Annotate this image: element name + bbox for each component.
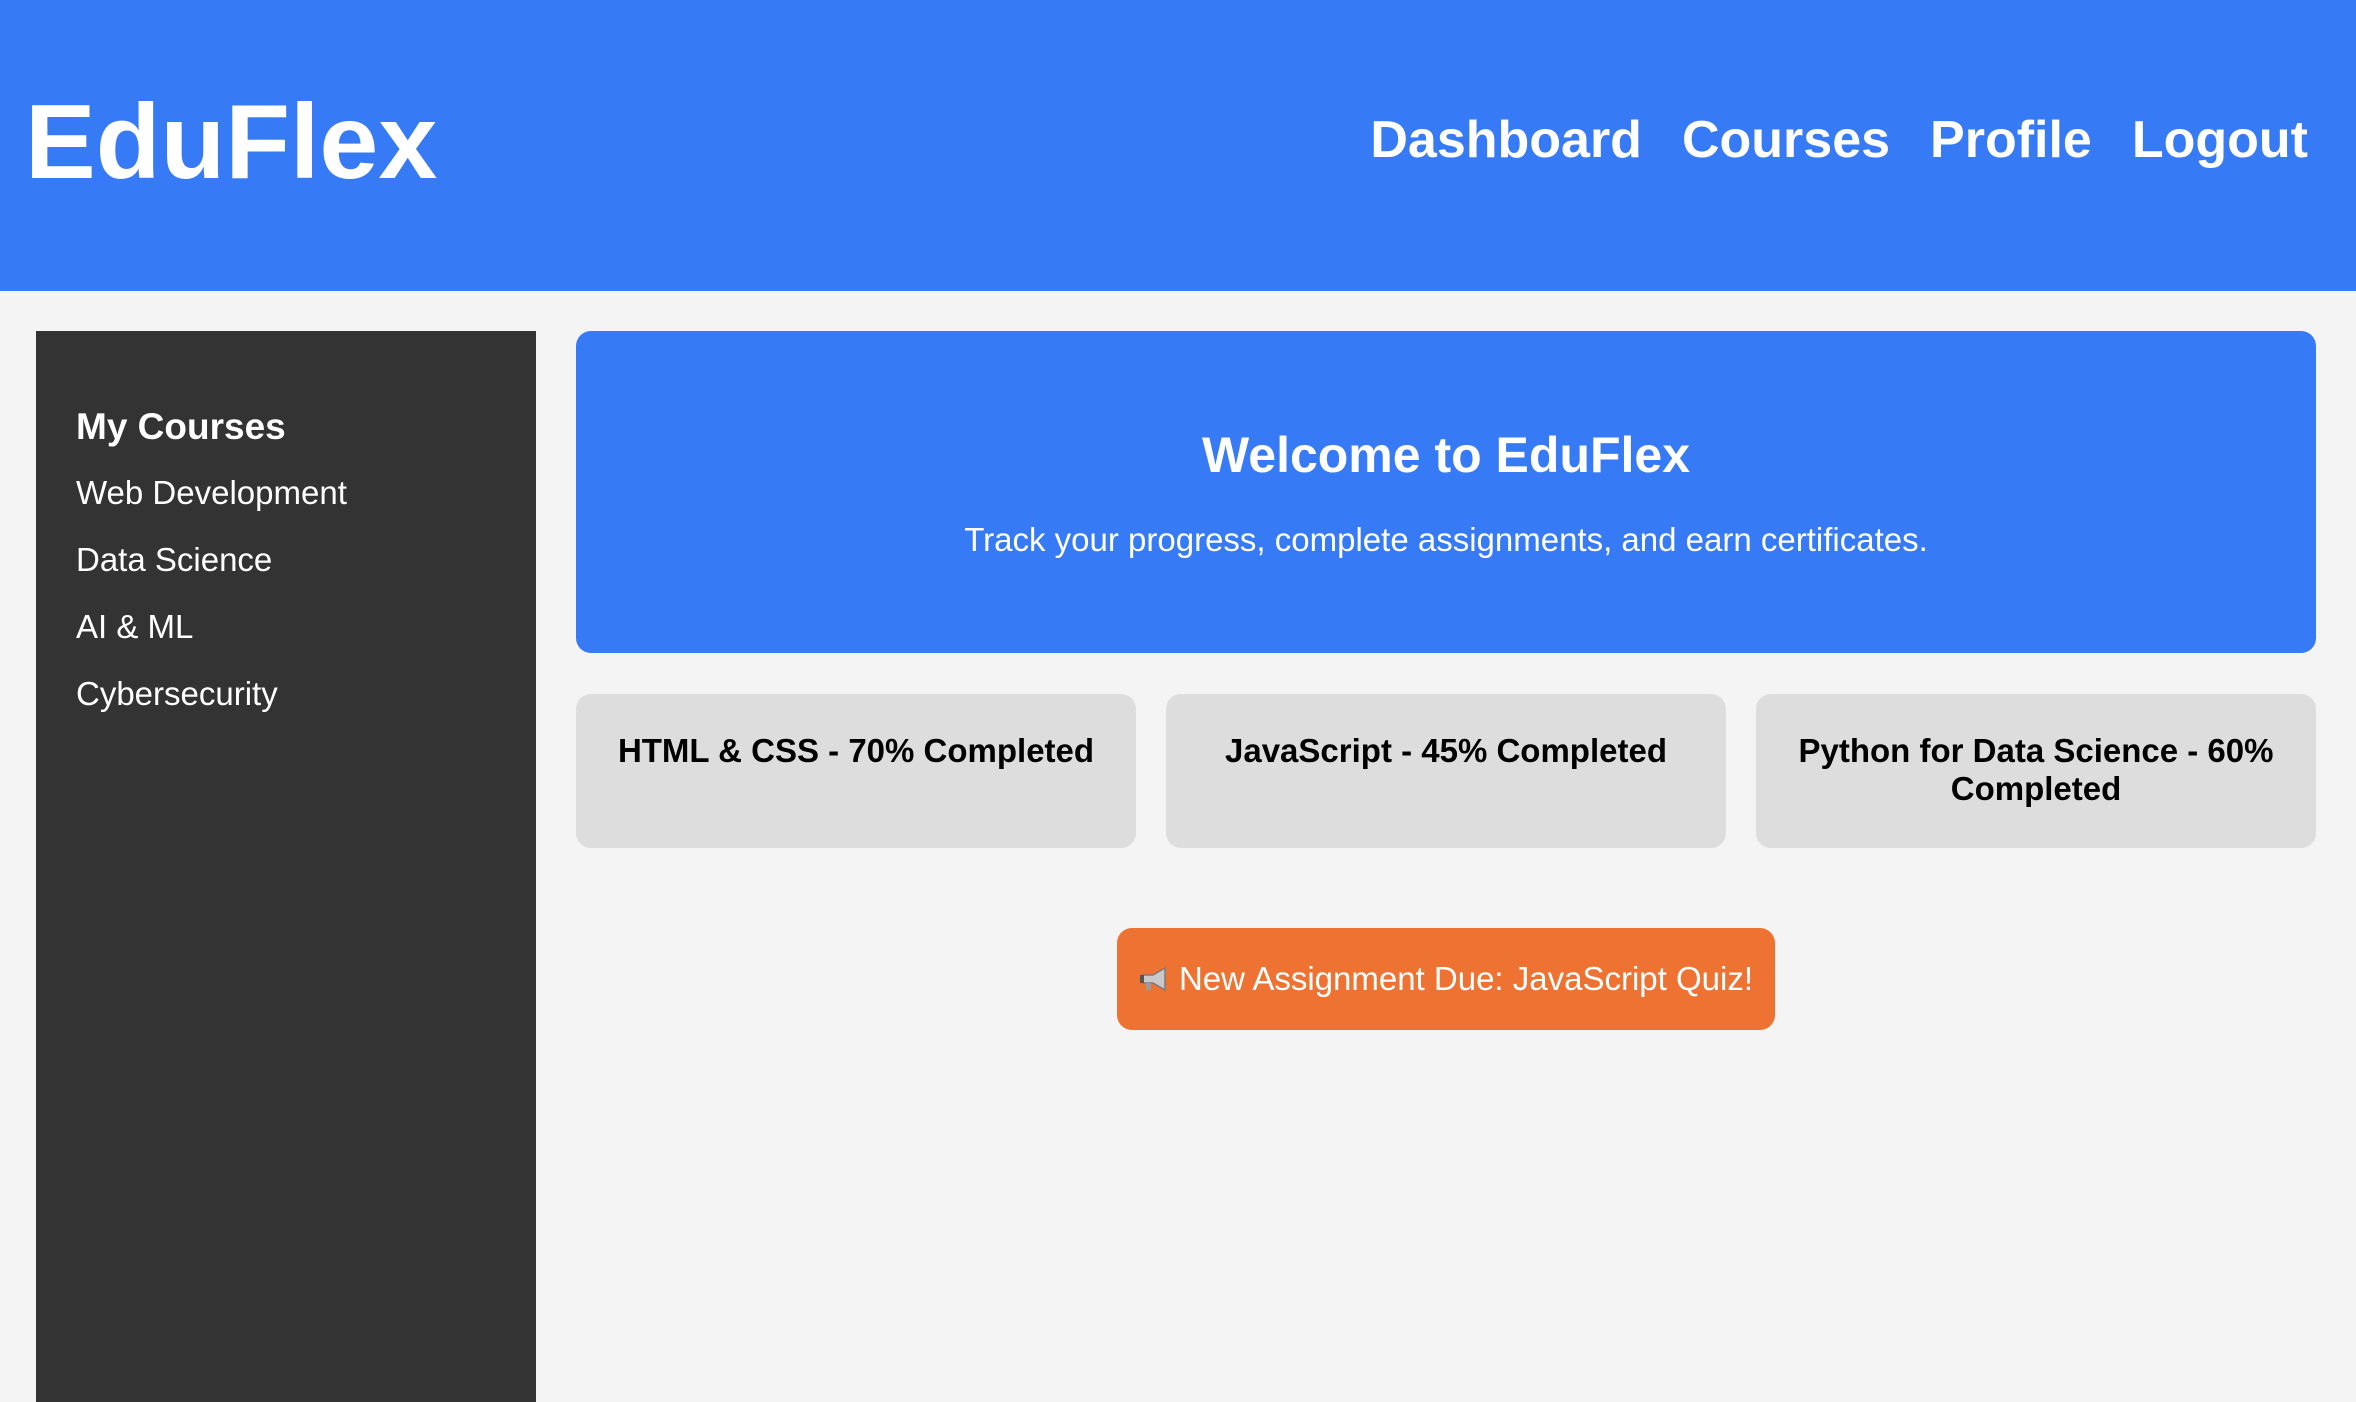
course-card-javascript[interactable]: JavaScript - 45% Completed xyxy=(1166,694,1726,848)
course-progress-cards: HTML & CSS - 70% Completed JavaScript - … xyxy=(576,694,2316,848)
sidebar-item-cybersecurity[interactable]: Cybersecurity xyxy=(76,674,496,714)
sidebar-item-data-science[interactable]: Data Science xyxy=(76,540,496,580)
course-card-label: Python for Data Science - 60% Completed xyxy=(1798,732,2274,807)
top-nav: Dashboard Courses Profile Logout xyxy=(1370,108,2308,172)
sidebar: My Courses Web Development Data Science … xyxy=(36,331,536,1402)
nav-link-logout[interactable]: Logout xyxy=(2132,108,2308,172)
nav-link-profile[interactable]: Profile xyxy=(1930,108,2092,172)
course-card-html-css[interactable]: HTML & CSS - 70% Completed xyxy=(576,694,1136,848)
nav-link-dashboard[interactable]: Dashboard xyxy=(1370,108,1642,172)
welcome-subtitle: Track your progress, complete assignment… xyxy=(964,521,1928,558)
header: EduFlex Dashboard Courses Profile Logout xyxy=(0,0,2356,291)
course-card-python[interactable]: Python for Data Science - 60% Completed xyxy=(1756,694,2316,848)
megaphone-icon xyxy=(1139,966,1169,992)
brand-logo[interactable]: EduFlex xyxy=(25,82,437,202)
course-card-label: JavaScript - 45% Completed xyxy=(1225,732,1667,769)
sidebar-item-ai-ml[interactable]: AI & ML xyxy=(76,607,496,647)
nav-link-courses[interactable]: Courses xyxy=(1682,108,1890,172)
sidebar-title: My Courses xyxy=(76,406,286,447)
alert-text: New Assignment Due: JavaScript Quiz! xyxy=(1178,960,1754,997)
assignment-alert[interactable]: New Assignment Due: JavaScript Quiz! xyxy=(1117,928,1775,1030)
welcome-banner: Welcome to EduFlex xyxy=(576,331,2316,653)
welcome-title: Welcome to EduFlex xyxy=(1201,427,1691,483)
course-card-label: HTML & CSS - 70% Completed xyxy=(617,732,1095,769)
sidebar-item-web-development[interactable]: Web Development xyxy=(76,473,496,513)
